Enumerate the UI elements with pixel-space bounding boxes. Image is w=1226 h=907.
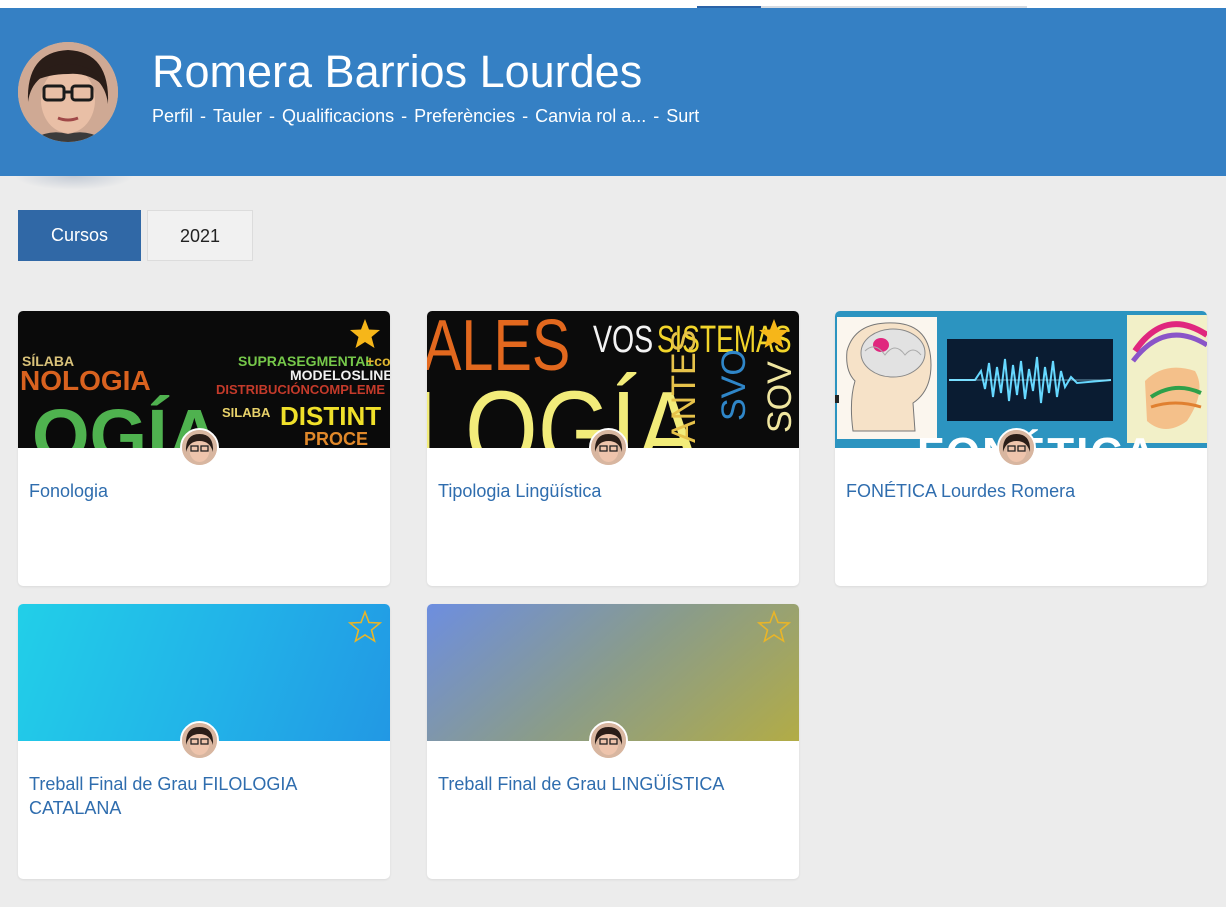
course-banner-tipologia[interactable]: ALES VOS SISTEMAS LOGÍA ANTES SVO SOV [427, 311, 799, 448]
banner-word: SILABA [222, 405, 271, 420]
top-strip [0, 0, 1226, 8]
course-banner-tfg-linguistica[interactable] [427, 604, 799, 741]
tab-year-2021[interactable]: 2021 [147, 210, 253, 261]
teacher-avatar[interactable] [997, 428, 1036, 467]
star-filled-icon[interactable] [348, 317, 382, 351]
star-outline-icon[interactable] [348, 610, 382, 644]
nav-separator: - [522, 106, 529, 126]
banner-word: SVO [715, 349, 753, 421]
banner-word: SOV [761, 361, 799, 433]
banner-word: DISTINT [280, 401, 382, 431]
course-title-link[interactable]: Treball Final de Grau LINGÜÍSTICA [438, 772, 783, 796]
nav-perfil-link[interactable]: Perfil [152, 106, 193, 126]
nav-preferencies-link[interactable]: Preferències [414, 106, 515, 126]
course-banner-fonologia[interactable]: SÍLABA NOLOGIA OGÍA SUPRASEGMENTAL +co M… [18, 311, 390, 448]
header-shadow [14, 176, 134, 190]
banner-word: LOGÍA [427, 369, 699, 448]
star-filled-icon[interactable] [757, 317, 791, 351]
banner-word: ANTES [665, 329, 703, 443]
course-title-link[interactable]: Treball Final de Grau FILOLOGIA CATALANA [29, 772, 374, 820]
course-card-tfg-linguistica[interactable]: Treball Final de Grau LINGÜÍSTICA [427, 604, 799, 879]
course-title-link[interactable]: FONÉTICA Lourdes Romera [846, 479, 1191, 503]
tab-cursos[interactable]: Cursos [18, 210, 141, 261]
nav-separator: - [269, 106, 276, 126]
user-name: Romera Barrios Lourdes [152, 46, 643, 97]
teacher-avatar[interactable] [589, 428, 628, 467]
user-avatar[interactable] [18, 42, 118, 142]
course-card-tfg-filologia[interactable]: Treball Final de Grau FILOLOGIA CATALANA [18, 604, 390, 879]
nav-canvia-rol-link[interactable]: Canvia rol a... [535, 106, 646, 126]
banner-word: DISTRIBUCIÓNCOMPLEME [216, 382, 385, 397]
course-card-tipologia[interactable]: ALES VOS SISTEMAS LOGÍA ANTES SVO SOV Ti… [427, 311, 799, 586]
course-title-link[interactable]: Fonologia [29, 479, 374, 503]
star-outline-icon[interactable] [757, 610, 791, 644]
teacher-avatar[interactable] [589, 721, 628, 760]
teacher-avatar[interactable] [180, 428, 219, 467]
banner-word: PROCE [304, 429, 369, 448]
nav-surt-link[interactable]: Surt [666, 106, 699, 126]
banner-word: VOS [593, 319, 654, 361]
course-card-fonologia[interactable]: SÍLABA NOLOGIA OGÍA SUPRASEGMENTAL +co M… [18, 311, 390, 586]
teacher-avatar[interactable] [180, 721, 219, 760]
profile-header: Romera Barrios Lourdes Perfil - Tauler - Qua… [0, 8, 1226, 176]
course-title-link[interactable]: Tipologia Lingüística [438, 479, 783, 503]
nav-separator: - [200, 106, 207, 126]
course-banner-fonetica[interactable]: FONÉTICA [835, 311, 1207, 448]
nav-separator: - [401, 106, 408, 126]
course-card-fonetica[interactable]: FONÉTICA FONÉTICA Lourdes Romera [835, 311, 1207, 586]
course-banner-tfg-filologia[interactable] [18, 604, 390, 741]
user-nav: Perfil - Tauler - Qualificacions - Preferèncie… [152, 105, 699, 127]
nav-qualificacions-link[interactable]: Qualificacions [282, 106, 394, 126]
nav-separator: - [653, 106, 660, 126]
nav-tauler-link[interactable]: Tauler [213, 106, 262, 126]
banner-word: FONÉTICA [917, 429, 1158, 448]
banner-word: MODELOSLINEA [290, 367, 390, 383]
